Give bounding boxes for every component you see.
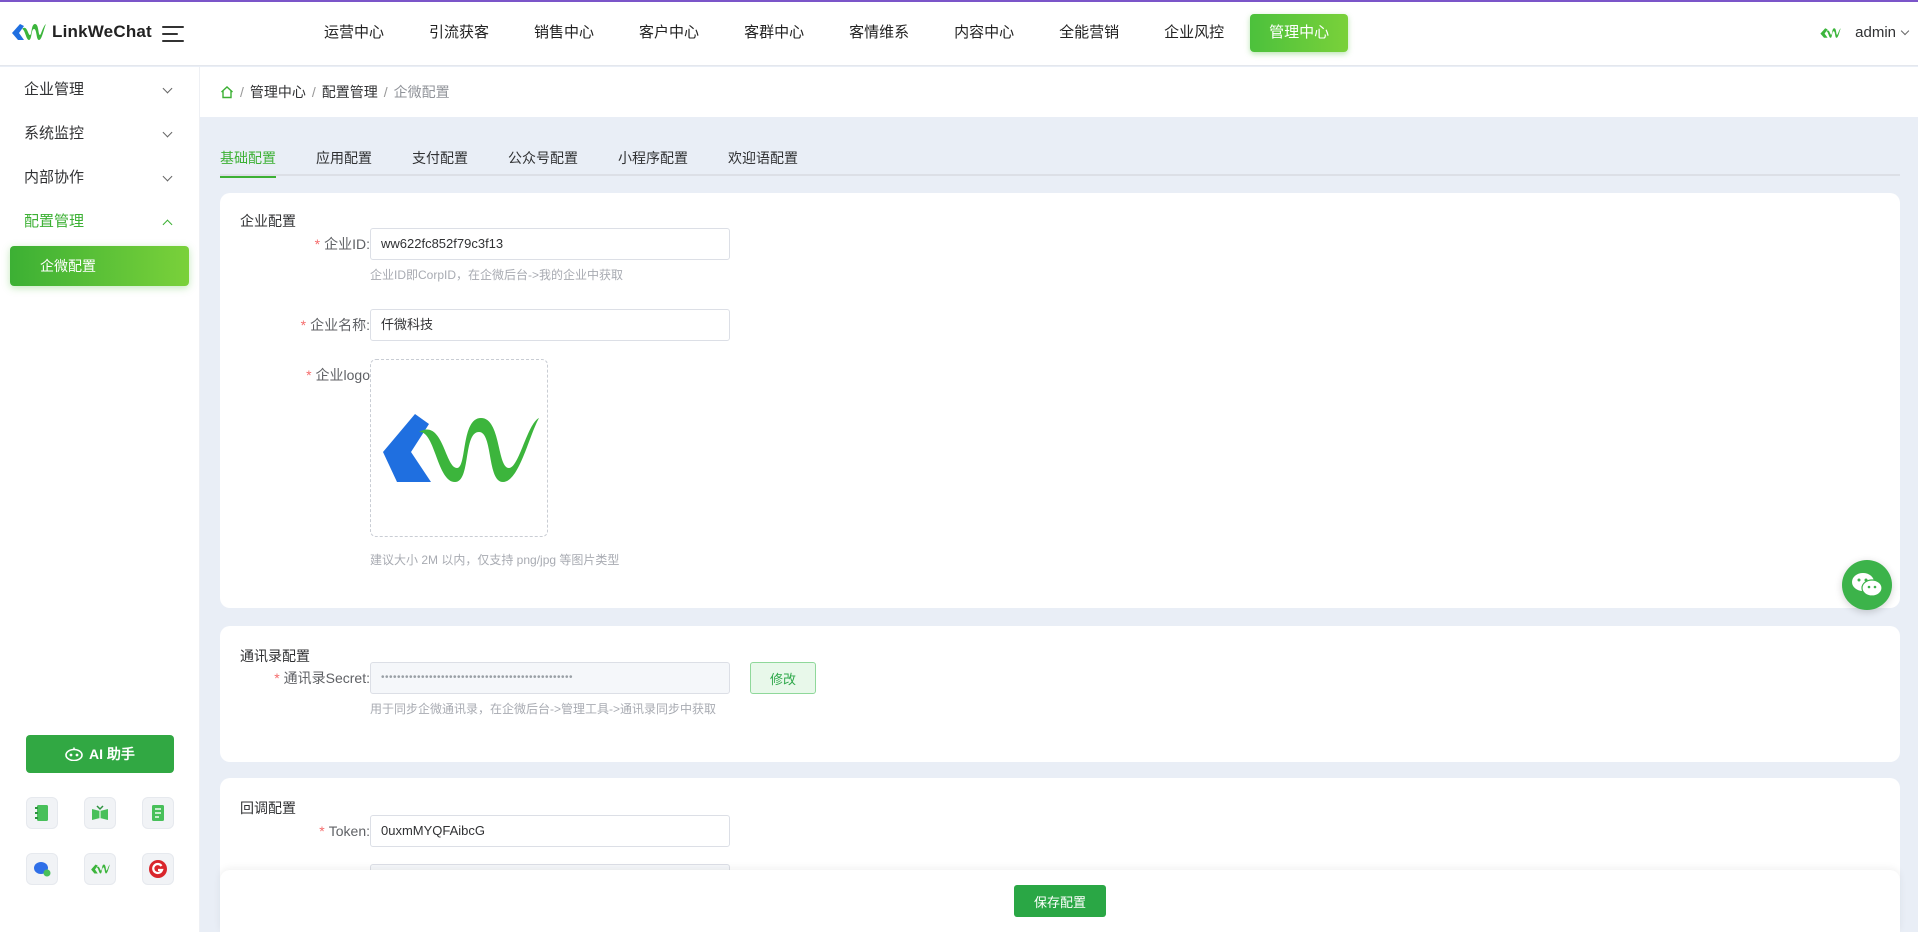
- breadcrumb-item[interactable]: 管理中心: [250, 82, 306, 102]
- corp-id-label: * 企业ID:: [314, 236, 370, 252]
- tab-official-account-config[interactable]: 公众号配置: [508, 140, 578, 176]
- sidebar-item-config[interactable]: 配置管理: [0, 200, 199, 244]
- nav-acquisition[interactable]: 引流获客: [410, 14, 508, 52]
- sidebar-item-label: 配置管理: [24, 213, 85, 230]
- top-header: LinkWeChat 运营中心 引流获客 销售中心 客户中心 客群中心 客情维系…: [0, 2, 1918, 66]
- app-name: LinkWeChat: [52, 22, 152, 41]
- token-input[interactable]: 0uxmMYQFAibcG: [370, 815, 730, 847]
- breadcrumb-current: 企微配置: [393, 84, 450, 100]
- app-logo[interactable]: LinkWeChat: [10, 22, 152, 42]
- logo-upload[interactable]: [370, 359, 548, 537]
- breadcrumb-item[interactable]: 配置管理: [322, 82, 378, 102]
- breadcrumb: / 管理中心 / 配置管理 / 企微配置: [200, 67, 1918, 117]
- company-logo-image: [383, 414, 539, 482]
- chevron-down-icon: [1900, 26, 1910, 35]
- sidebar-item-label: 企业管理: [24, 81, 85, 98]
- corp-name-label: * 企业名称:: [300, 317, 370, 333]
- notebook-icon[interactable]: [26, 797, 58, 829]
- corp-name-input[interactable]: 仟微科技: [370, 309, 730, 341]
- contacts-secret-hint: 用于同步企微通讯录，在企微后台->管理工具->通讯录同步中获取: [370, 702, 717, 716]
- menu-toggle-icon[interactable]: [162, 26, 184, 42]
- tab-payment-config[interactable]: 支付配置: [412, 140, 468, 176]
- nav-risk[interactable]: 企业风控: [1145, 14, 1243, 52]
- tab-basic-config[interactable]: 基础配置: [220, 140, 276, 178]
- ai-assistant-button[interactable]: AI 助手: [26, 735, 174, 773]
- chevron-down-icon: [162, 127, 173, 137]
- logo-hint: 建议大小 2M 以内，仅支持 png/jpg 等图片类型: [370, 553, 620, 567]
- tab-miniprogram-config[interactable]: 小程序配置: [618, 140, 688, 176]
- sidebar-item-collaboration[interactable]: 内部协作: [0, 156, 199, 200]
- linkwechat-small-logo-icon: [1820, 27, 1841, 38]
- g-logo-icon[interactable]: [142, 853, 174, 885]
- nav-customers[interactable]: 客户中心: [620, 14, 718, 52]
- top-nav: 运营中心 引流获客 销售中心 客户中心 客群中心 客情维系 内容中心 全能营销 …: [305, 14, 1355, 54]
- linkwechat-logo-icon[interactable]: [84, 853, 116, 885]
- chevron-up-icon: [162, 219, 173, 229]
- token-label: * Token:: [319, 823, 370, 839]
- wechat-icon: [1852, 573, 1883, 597]
- username: admin: [1855, 24, 1896, 41]
- modify-secret-button[interactable]: 修改: [750, 662, 816, 694]
- sidebar-item-monitor[interactable]: 系统监控: [0, 112, 199, 156]
- nav-content[interactable]: 内容中心: [935, 14, 1033, 52]
- corp-id-hint: 企业ID即CorpID，在企微后台->我的企业中获取: [370, 268, 624, 282]
- sidebar-item-label: 内部协作: [24, 169, 85, 186]
- document-icon[interactable]: [142, 797, 174, 829]
- ai-assistant-label: AI 助手: [89, 746, 135, 762]
- tool-grid: [26, 797, 186, 885]
- chevron-down-icon: [162, 83, 173, 93]
- nav-marketing[interactable]: 全能营销: [1040, 14, 1138, 52]
- nav-relations[interactable]: 客情维系: [830, 14, 928, 52]
- home-icon[interactable]: [220, 85, 234, 99]
- sidebar-item-label: 系统监控: [24, 125, 85, 142]
- contacts-secret-label: * 通讯录Secret:: [274, 670, 370, 686]
- sidebar-item-enterprise[interactable]: 企业管理: [0, 68, 199, 112]
- chevron-down-icon: [162, 171, 173, 181]
- nav-groups[interactable]: 客群中心: [725, 14, 823, 52]
- book-icon[interactable]: [84, 797, 116, 829]
- contacts-config-card: 通讯录配置 * 通讯录Secret: ••••••••••••••••••••••…: [220, 626, 1900, 762]
- user-menu[interactable]: admin: [1819, 24, 1910, 41]
- nav-management[interactable]: 管理中心: [1250, 14, 1349, 52]
- enterprise-config-card: 企业配置 * 企业ID: ww622fc852f79c3f13 企业ID即Corp…: [220, 193, 1900, 608]
- contacts-secret-input[interactable]: ••••••••••••••••••••••••••••••••••••••••…: [370, 662, 730, 694]
- linkwechat-logo-icon: [12, 24, 46, 40]
- save-bar: 保存配置: [220, 870, 1900, 932]
- config-tabs: 基础配置 应用配置 支付配置 公众号配置 小程序配置 欢迎语配置: [220, 140, 1900, 178]
- tab-welcome-config[interactable]: 欢迎语配置: [728, 140, 798, 176]
- wechat-chat-float-button[interactable]: [1842, 560, 1892, 610]
- robot-icon: [65, 747, 83, 761]
- sidebar-subitem-wecom-config[interactable]: 企微配置: [10, 246, 189, 286]
- corp-id-input[interactable]: ww622fc852f79c3f13: [370, 228, 730, 260]
- save-config-button[interactable]: 保存配置: [1014, 885, 1106, 917]
- nav-sales[interactable]: 销售中心: [515, 14, 613, 52]
- sidebar: 企业管理 系统监控 内部协作 配置管理 企微配置 AI 助手: [0, 67, 200, 932]
- logo-label: * 企业logo: [306, 367, 370, 383]
- chat-bot-icon[interactable]: [26, 853, 58, 885]
- nav-operations[interactable]: 运营中心: [305, 14, 403, 52]
- tab-app-config[interactable]: 应用配置: [316, 140, 372, 176]
